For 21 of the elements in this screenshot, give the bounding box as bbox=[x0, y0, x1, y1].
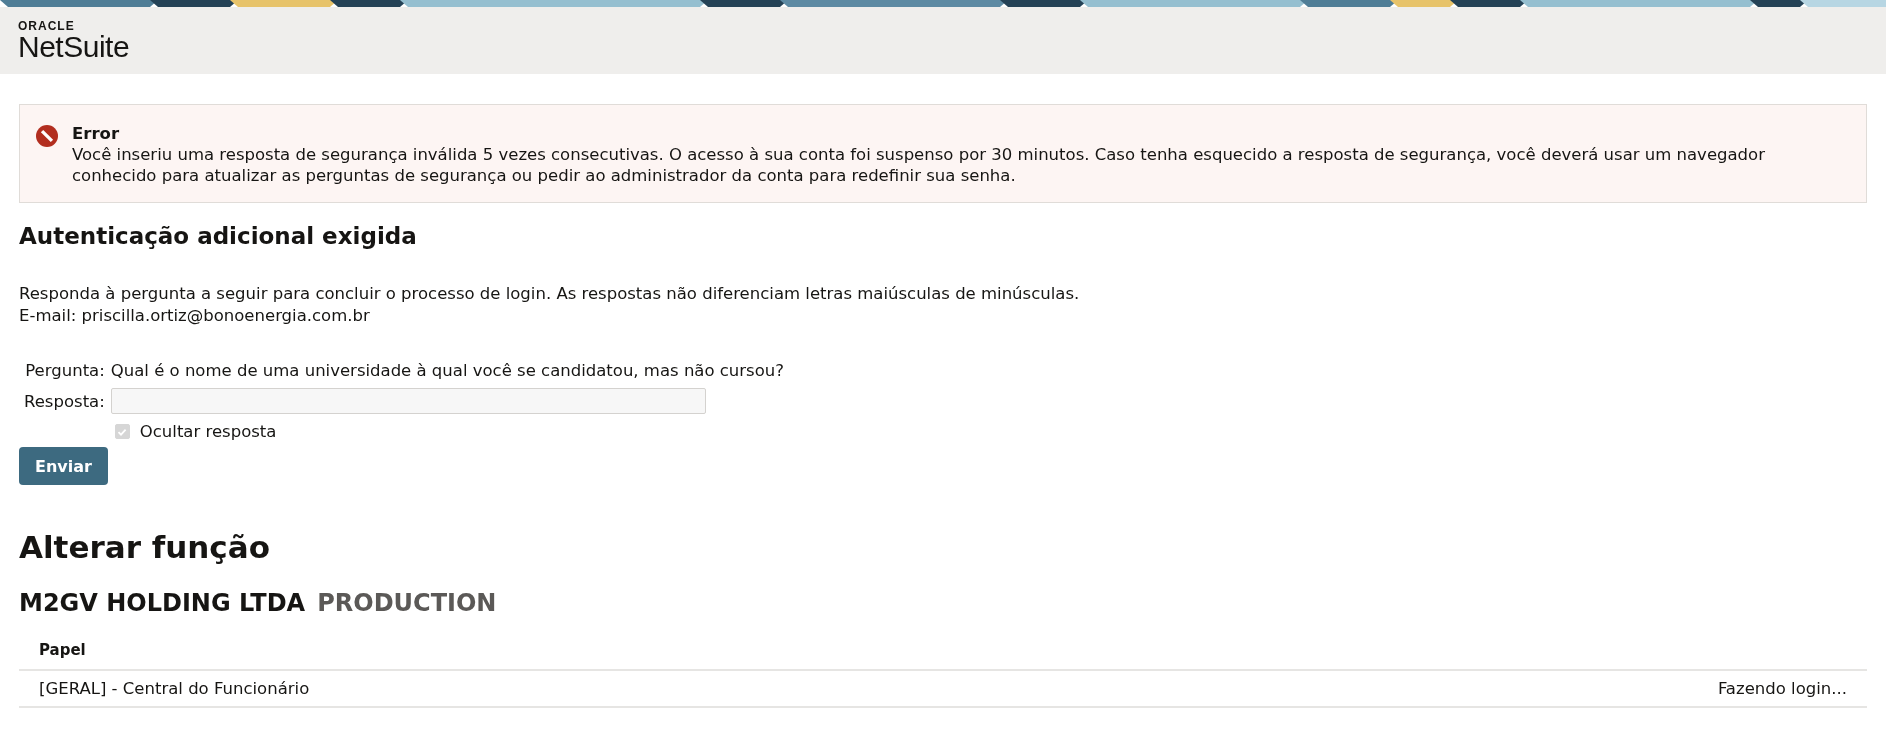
column-header: Papel bbox=[19, 631, 1216, 670]
question-text: Qual é o nome de uma universidade à qual você se candidatou, mas não cursou? bbox=[110, 361, 785, 380]
page-heading: Alterar função bbox=[19, 529, 271, 565]
answer-label: Resposta: bbox=[24, 391, 105, 411]
instructions-text: Responda à pergunta a seguir para concluir o processo de login. As respostas não diferenciam letras maiúsculas de minúsculas. bbox=[19, 283, 1081, 305]
answer-field[interactable] bbox=[110, 388, 706, 414]
submit-button[interactable]: Enviar bbox=[19, 447, 108, 485]
logo-netsuite: NetSuite bbox=[18, 31, 130, 62]
logo[interactable]: ORACLE NetSuite bbox=[18, 19, 130, 62]
section-heading: Autenticação adicional exigida bbox=[19, 223, 418, 249]
logo-oracle: ORACLE bbox=[18, 19, 76, 32]
role-link[interactable]: [GERAL] - Central do Funcionário bbox=[19, 670, 1216, 707]
error-title: Error bbox=[72, 123, 121, 144]
error-message: Você inseriu uma resposta de segurança inválida 5 vezes consecutivas. O acesso à sua conta foi suspenso por 30 minutos. Caso tenha esquecido a resposta de segurança, você deverá usar um navegador conhecido para atualizar as perguntas de segurança ou pedir ao administrador da conta para redefinir sua senha. bbox=[72, 144, 1766, 186]
email-text: E-mail: priscilla.ortiz@bonoenergia.com.br bbox=[19, 305, 371, 327]
company-name: M2GV HOLDING LTDA bbox=[19, 589, 306, 617]
environment-label: PRODUCTION bbox=[317, 589, 497, 617]
checkbox-label: Ocultar resposta bbox=[139, 422, 277, 441]
error-icon bbox=[36, 125, 58, 147]
status-text: Fazendo login... bbox=[1215, 670, 1867, 707]
question-label: Pergunta: bbox=[24, 361, 105, 380]
